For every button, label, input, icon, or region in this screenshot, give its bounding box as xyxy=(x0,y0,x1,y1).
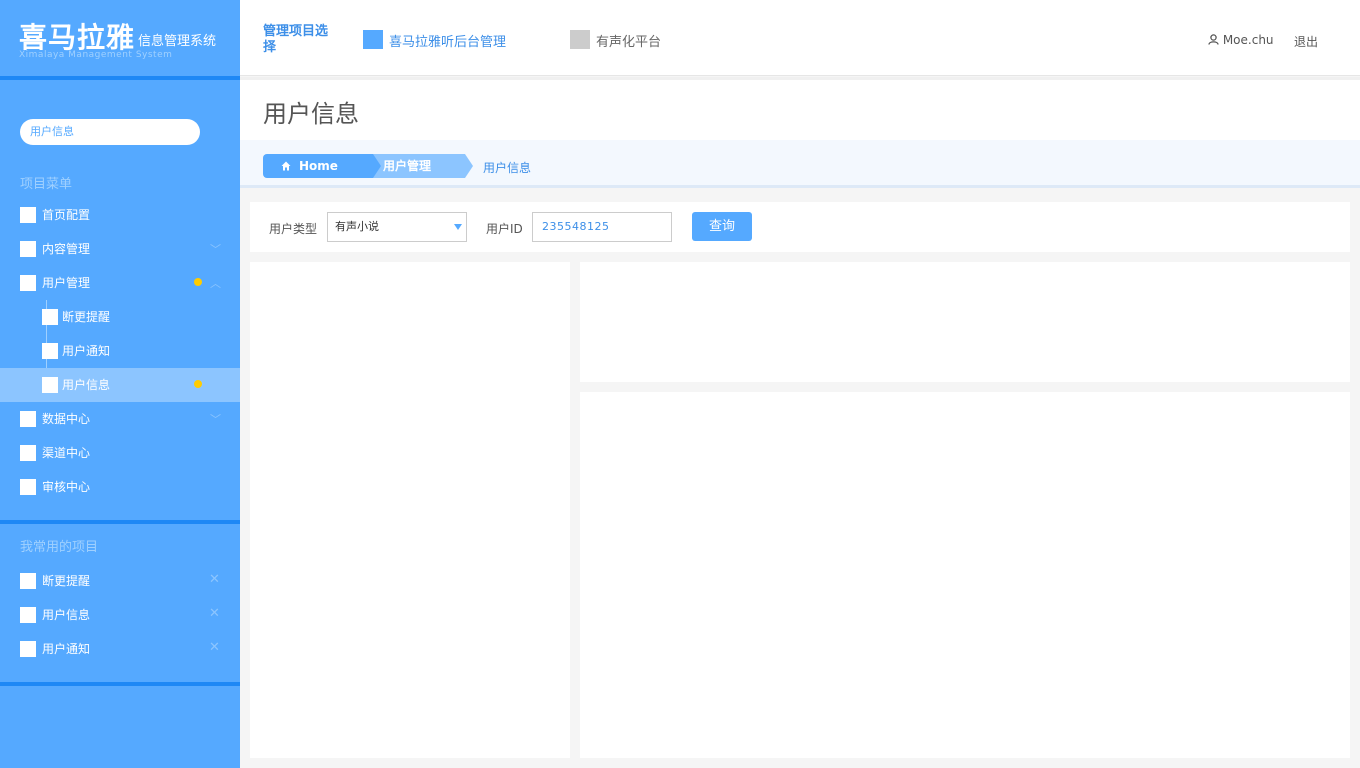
menu-item-label: 用户管理 xyxy=(42,276,91,290)
menu-checkbox[interactable] xyxy=(20,479,36,495)
menu-item-label: 用户通知 xyxy=(62,344,111,358)
favorite-item-label: 断更提醒 xyxy=(42,574,91,588)
menu-item-user-notification[interactable]: 用户通知 xyxy=(0,334,240,368)
query-button[interactable]: 查询 xyxy=(692,212,752,241)
close-icon[interactable]: ✕ xyxy=(209,606,220,621)
user-id-input[interactable]: 235548125 xyxy=(532,212,672,242)
chevron-down-icon[interactable]: ﹀ xyxy=(210,411,221,427)
user-type-label: 用户类型 xyxy=(269,222,318,236)
user-menu[interactable]: Moe.chu xyxy=(1208,33,1274,47)
menu-item-label: 首页配置 xyxy=(42,208,91,222)
menu-checkbox[interactable] xyxy=(20,573,36,589)
menu-checkbox[interactable] xyxy=(20,411,36,427)
project-tab-audio-platform[interactable]: 有声化平台 xyxy=(596,31,661,50)
sidebar: 喜马拉雅 信息管理系统 Ximalaya Management System 用… xyxy=(0,0,240,768)
chevron-up-icon[interactable]: ︿ xyxy=(210,275,221,291)
project-indicator-icon[interactable] xyxy=(570,30,590,49)
favorite-item-label: 用户信息 xyxy=(42,608,91,622)
close-icon[interactable]: ✕ xyxy=(209,572,220,587)
menu-checkbox[interactable] xyxy=(20,241,36,257)
dropdown-arrow-icon xyxy=(454,224,462,230)
menu-checkbox[interactable] xyxy=(42,377,58,393)
menu-section-title: 项目菜单 xyxy=(20,177,73,192)
menu-item-content-management[interactable]: 内容管理 ﹀ xyxy=(0,232,240,266)
breadcrumb-home-label: Home xyxy=(299,159,338,173)
logout-link[interactable]: 退出 xyxy=(1294,33,1318,50)
menu-item-home-config[interactable]: 首页配置 xyxy=(0,198,240,232)
project-indicator-icon[interactable] xyxy=(363,30,383,49)
user-type-select[interactable]: 有声小说 xyxy=(327,212,467,242)
filter-bar: 用户类型 有声小说 用户ID 235548125 查询 xyxy=(250,202,1350,252)
menu-checkbox[interactable] xyxy=(20,607,36,623)
sidebar-search-input[interactable]: 用户信息 xyxy=(20,119,200,145)
project-select-label: 管理项目选择 xyxy=(263,24,329,55)
menu-item-user-info[interactable]: 用户信息 xyxy=(0,368,240,402)
logo-subtitle: 信息管理系统 xyxy=(138,34,217,49)
menu-item-data-center[interactable]: 数据中心 ﹀ xyxy=(0,402,240,436)
home-icon xyxy=(281,161,291,171)
user-icon xyxy=(1208,34,1219,45)
page-title-bar: 用户信息 xyxy=(240,80,1360,140)
bottom-right-panel xyxy=(580,392,1350,758)
breadcrumb-arrow xyxy=(465,154,473,178)
menu-item-label: 渠道中心 xyxy=(42,446,91,460)
menu-item-label: 审核中心 xyxy=(42,480,91,494)
breadcrumb-user-management[interactable]: 用户管理 xyxy=(373,154,465,178)
sidebar-divider xyxy=(0,76,240,80)
menu-item-channel-center[interactable]: 渠道中心 xyxy=(0,436,240,470)
close-icon[interactable]: ✕ xyxy=(209,640,220,655)
menu-item-user-management[interactable]: 用户管理 ︿ xyxy=(0,266,240,300)
menu-checkbox[interactable] xyxy=(20,445,36,461)
favorites-section-title: 我常用的项目 xyxy=(20,540,99,555)
breadcrumb-arrow xyxy=(373,154,381,178)
favorite-item-label: 用户通知 xyxy=(42,642,91,656)
menu-item-label: 断更提醒 xyxy=(62,310,111,324)
project-tab-ximalaya[interactable]: 喜马拉雅听后台管理 xyxy=(389,31,506,50)
menu-item-label: 用户信息 xyxy=(62,378,111,392)
menu-item-update-reminder[interactable]: 断更提醒 xyxy=(0,300,240,334)
menu-item-review-center[interactable]: 审核中心 xyxy=(0,470,240,504)
user-type-value: 有声小说 xyxy=(335,220,379,233)
favorite-item-user-info[interactable]: 用户信息 ✕ xyxy=(0,598,240,632)
notification-dot-icon xyxy=(194,380,202,388)
sidebar-divider xyxy=(0,682,240,686)
favorite-item-update-reminder[interactable]: 断更提醒 ✕ xyxy=(0,564,240,598)
menu-checkbox[interactable] xyxy=(20,207,36,223)
breadcrumb-home[interactable]: Home xyxy=(263,154,373,178)
menu-item-label: 内容管理 xyxy=(42,242,91,256)
logo: 喜马拉雅 信息管理系统 Ximalaya Management System xyxy=(0,0,240,76)
sidebar-divider xyxy=(0,520,240,524)
menu-checkbox[interactable] xyxy=(20,641,36,657)
page-title: 用户信息 xyxy=(263,100,359,128)
menu-checkbox[interactable] xyxy=(42,343,58,359)
logo-english: Ximalaya Management System xyxy=(19,50,173,60)
menu-checkbox[interactable] xyxy=(20,275,36,291)
left-panel xyxy=(250,262,570,758)
notification-dot-icon xyxy=(194,278,202,286)
top-header: 管理项目选择 喜马拉雅听后台管理 有声化平台 Moe.chu 退出 xyxy=(240,0,1360,76)
chevron-down-icon[interactable]: ﹀ xyxy=(210,241,221,257)
breadcrumb: 用户管理 Home 用户信息 xyxy=(240,140,1360,188)
username: Moe.chu xyxy=(1222,33,1274,47)
user-id-label: 用户ID xyxy=(486,222,523,236)
menu-item-label: 数据中心 xyxy=(42,412,91,426)
menu-checkbox[interactable] xyxy=(42,309,58,325)
favorite-item-user-notification[interactable]: 用户通知 ✕ xyxy=(0,632,240,666)
breadcrumb-current: 用户信息 xyxy=(483,161,532,175)
top-right-panel xyxy=(580,262,1350,382)
